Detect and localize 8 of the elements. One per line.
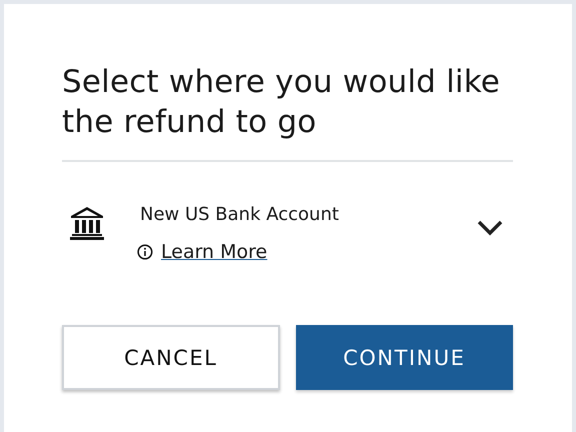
account-label: New US Bank Account: [140, 204, 340, 225]
continue-button[interactable]: CONTINUE: [296, 325, 513, 390]
chevron-icon[interactable]: [477, 220, 503, 236]
learn-more-link[interactable]: Learn More: [161, 241, 268, 263]
info-icon: [137, 244, 153, 260]
bank-icon: [70, 206, 104, 240]
cancel-button[interactable]: CANCEL: [62, 325, 280, 390]
dialog-title: Select where you would like the refund to go: [62, 63, 502, 142]
